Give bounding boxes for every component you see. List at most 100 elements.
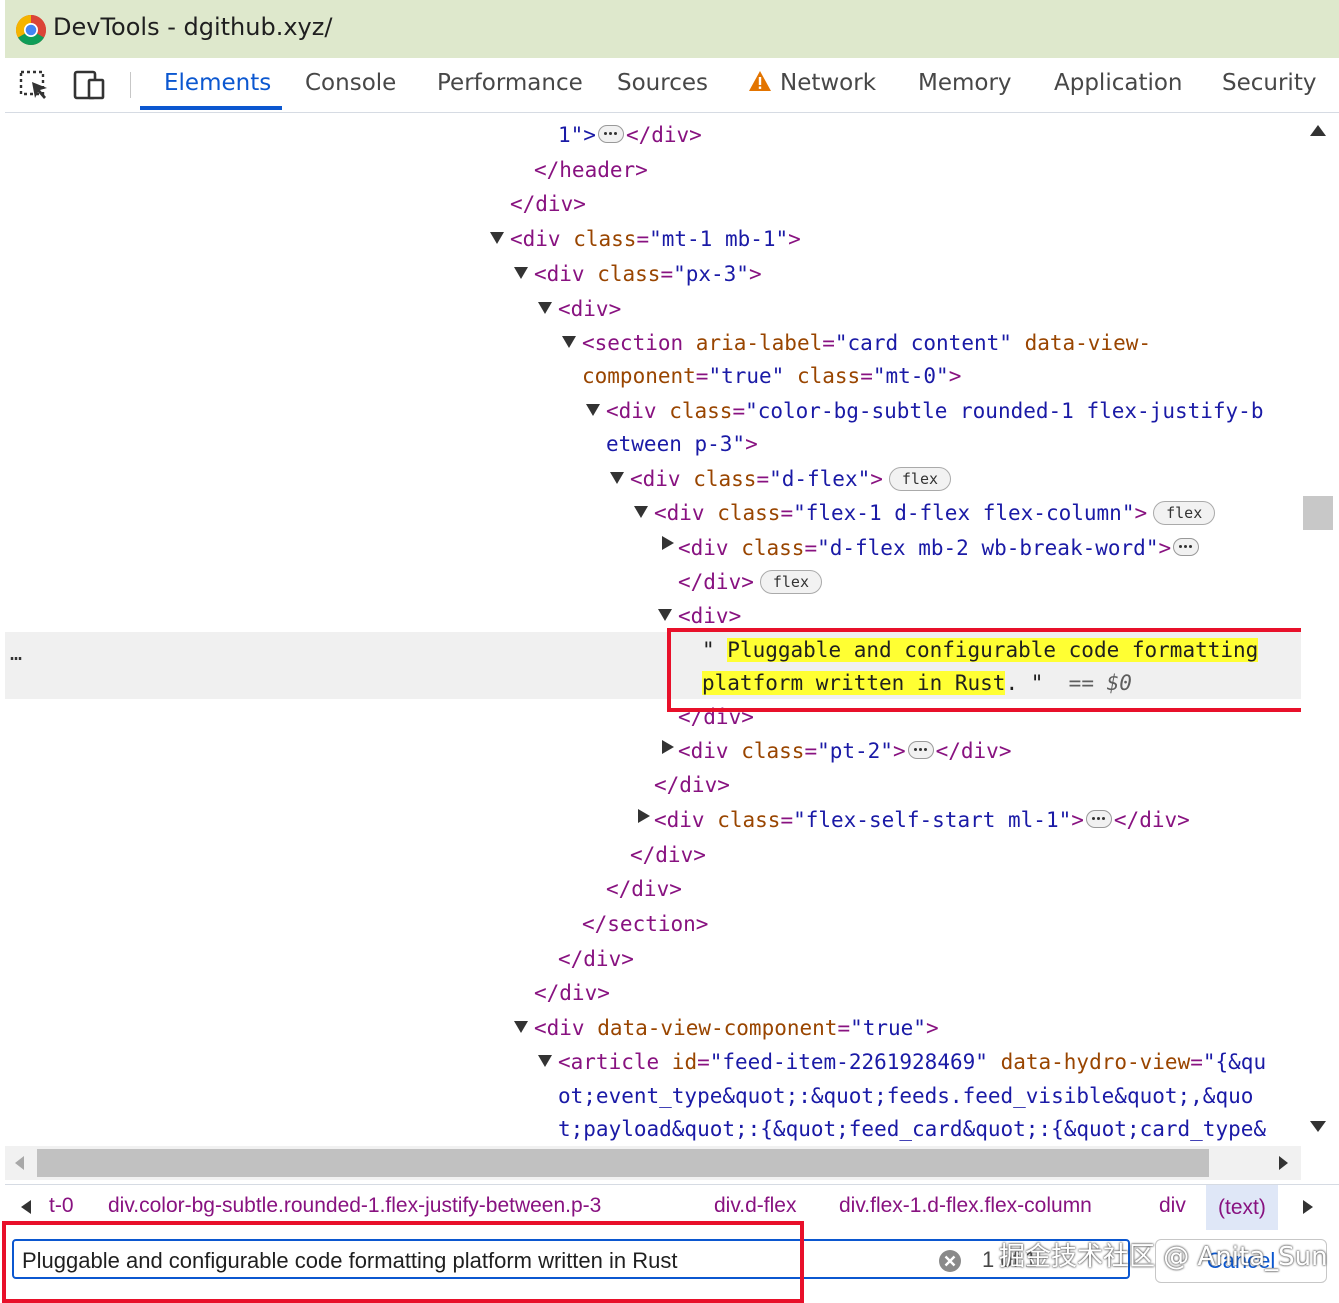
ellipsis-icon[interactable]	[597, 125, 624, 143]
inspect-element-icon[interactable]	[17, 68, 51, 102]
tab-application[interactable]: Application	[1054, 70, 1183, 96]
horizontal-scroll-thumb[interactable]	[37, 1149, 1209, 1177]
expand-triangle-icon[interactable]	[538, 1055, 552, 1067]
breadcrumb-scroll-right[interactable]	[1294, 1185, 1339, 1231]
clear-search-icon[interactable]	[938, 1249, 962, 1273]
dom-line[interactable]: </div> flex	[678, 565, 822, 599]
window-title: DevTools - dgithub.xyz/	[53, 13, 333, 41]
scroll-left-icon[interactable]	[15, 1156, 24, 1170]
horizontal-scrollbar[interactable]	[5, 1146, 1301, 1180]
scroll-right-icon[interactable]	[1279, 1156, 1288, 1170]
vertical-scroll-thumb[interactable]	[1303, 496, 1333, 530]
dom-line[interactable]: <div class="color-bg-subtle rounded-1 fl…	[606, 394, 1263, 428]
breadcrumb-scroll-right-icon[interactable]	[1303, 1200, 1313, 1214]
dom-line[interactable]: <div class="flex-1 d-flex flex-column"> f…	[654, 496, 1216, 530]
tag-close: </div>	[935, 739, 1012, 763]
dom-line[interactable]: ot;event_type&quot;:&quot;feeds.feed_vis…	[558, 1079, 1253, 1113]
tag-end: >	[870, 467, 883, 491]
attr-value: "mt-1 mb-1"	[649, 227, 789, 251]
expand-triangle-icon[interactable]	[538, 302, 552, 314]
collapse-triangle-icon[interactable]	[662, 536, 674, 550]
collapse-triangle-icon[interactable]	[662, 740, 674, 754]
breadcrumb-item[interactable]: div.flex-1.d-flex.flex-column	[839, 1194, 1092, 1218]
dom-line[interactable]: </section>	[582, 907, 708, 941]
attr-name: id	[671, 1050, 698, 1074]
collapse-triangle-icon[interactable]	[638, 809, 650, 823]
attr-name: class	[741, 536, 805, 560]
tag-end: >	[748, 262, 762, 286]
tag-end: >	[948, 364, 962, 388]
attr-name: class	[693, 467, 757, 491]
breadcrumb-item[interactable]: div.color-bg-subtle.rounded-1.flex-justi…	[108, 1194, 601, 1218]
attr-value: "px-3"	[673, 262, 749, 286]
expand-triangle-icon[interactable]	[610, 472, 624, 484]
breadcrumb-item[interactable]: div	[1159, 1194, 1186, 1218]
dom-line[interactable]: </div>	[534, 976, 610, 1010]
scroll-up-icon[interactable]	[1310, 125, 1326, 136]
attr-name: class	[741, 739, 805, 763]
attr-name: data-view-component	[597, 1016, 838, 1040]
tab-network-label: Network	[780, 70, 877, 96]
expand-triangle-icon[interactable]	[514, 1021, 528, 1033]
tag-open: <article	[558, 1050, 672, 1074]
dom-line[interactable]: </div>	[558, 942, 634, 976]
devtools-toolbar: Elements Console Performance Sources Net…	[5, 58, 1339, 113]
expand-triangle-icon[interactable]	[634, 506, 648, 518]
device-toolbar-icon[interactable]	[72, 68, 106, 102]
dom-line[interactable]: component="true" class="mt-0">	[582, 359, 961, 393]
tag-end: >	[1158, 536, 1172, 560]
dom-line[interactable]: <article id="feed-item-2261928469" data-…	[558, 1045, 1266, 1079]
tag-close: </div>	[1113, 808, 1190, 832]
attr-value: "flex-self-start ml-1"	[793, 808, 1072, 832]
dom-line[interactable]: </div>	[654, 768, 730, 802]
tab-elements[interactable]: Elements	[164, 70, 271, 96]
vertical-scrollbar[interactable]	[1301, 113, 1339, 1145]
breadcrumb-item-selected[interactable]: (text)	[1206, 1185, 1278, 1231]
ellipsis-icon[interactable]	[1173, 538, 1200, 556]
flex-badge[interactable]: flex	[888, 467, 952, 491]
tag-open: <div	[606, 399, 670, 423]
dom-line[interactable]: <section aria-label="card content" data-…	[582, 326, 1151, 360]
node-actions-dots[interactable]: …	[10, 641, 22, 665]
tab-sources[interactable]: Sources	[617, 70, 708, 96]
tab-console[interactable]: Console	[305, 70, 396, 96]
dom-line[interactable]: <div class="pt-2"> </div>	[678, 734, 1011, 768]
expand-triangle-icon[interactable]	[562, 336, 576, 348]
attr-value: "{&qu	[1202, 1050, 1267, 1074]
attr-value: "true"	[708, 364, 785, 388]
dom-line[interactable]: <div class="flex-self-start ml-1"> </div>	[654, 803, 1190, 837]
dom-line[interactable]: <div>	[558, 292, 621, 326]
tab-memory[interactable]: Memory	[918, 70, 1012, 96]
tag-open: <div	[630, 467, 694, 491]
flex-badge[interactable]: flex	[1153, 501, 1216, 525]
dom-line[interactable]: etween p-3">	[606, 427, 758, 461]
dom-line[interactable]: </div>	[606, 872, 682, 906]
tab-network[interactable]: Network	[748, 70, 876, 96]
dom-line[interactable]: <div class="px-3">	[534, 257, 762, 291]
dom-line[interactable]: </div>	[630, 838, 706, 872]
dom-line[interactable]: </div>	[510, 187, 586, 221]
attr-value: "d-flex mb-2 wb-break-word"	[817, 536, 1159, 560]
dom-line[interactable]: <div class="mt-1 mb-1">	[510, 222, 801, 256]
ellipsis-icon[interactable]	[907, 741, 934, 759]
scroll-down-icon[interactable]	[1310, 1121, 1326, 1132]
breadcrumb-item[interactable]: t-0	[49, 1194, 74, 1218]
expand-triangle-icon[interactable]	[658, 609, 672, 621]
flex-badge[interactable]: flex	[759, 570, 822, 594]
dom-line[interactable]: <div class="d-flex mb-2 wb-break-word">	[678, 531, 1201, 565]
dom-line[interactable]: </header>	[534, 153, 648, 187]
tab-security[interactable]: Security	[1222, 70, 1316, 96]
expand-triangle-icon[interactable]	[514, 267, 528, 279]
ellipsis-icon[interactable]	[1085, 810, 1112, 828]
dom-line[interactable]: <div data-view-component="true">	[534, 1011, 939, 1045]
dom-line[interactable]: t;payload&quot;:{&quot;feed_card&quot;:{…	[558, 1112, 1266, 1145]
expand-triangle-icon[interactable]	[586, 404, 600, 416]
dom-line[interactable]: 1"> </div>	[558, 118, 702, 152]
tab-performance[interactable]: Performance	[437, 70, 583, 96]
dom-line[interactable]: <div class="d-flex"> flex	[630, 462, 952, 496]
tag-open: <div	[678, 739, 742, 763]
dom-tree[interactable]: … 1"> </div> </header> </div> <div class=…	[5, 113, 1301, 1145]
breadcrumb-item[interactable]: div.d-flex	[714, 1194, 796, 1218]
breadcrumb-scroll-left-icon[interactable]	[21, 1200, 31, 1214]
expand-triangle-icon[interactable]	[490, 232, 504, 244]
